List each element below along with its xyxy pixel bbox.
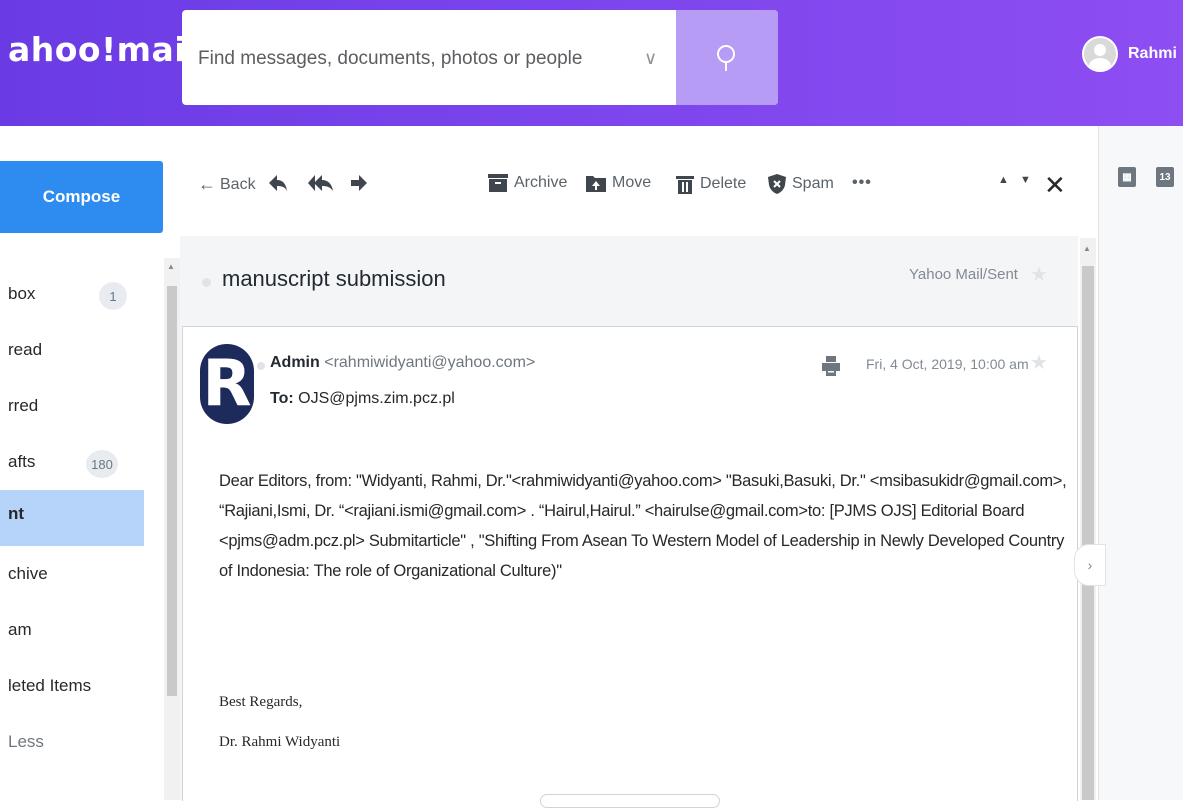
- expand-panel-button[interactable]: ›: [1074, 544, 1106, 586]
- sender-avatar: R: [200, 344, 254, 424]
- top-header: ahoo!mail ∨ Rahmi: [0, 0, 1183, 126]
- shield-icon: [768, 174, 786, 194]
- caret-up-icon: ▲: [998, 174, 1009, 186]
- sidebar-item-archive[interactable]: chive: [0, 550, 144, 606]
- user-name: Rahmi: [1128, 45, 1177, 62]
- search-input[interactable]: [196, 40, 640, 78]
- sender-email: <rahmiwidyanti@yahoo.com>: [324, 354, 536, 371]
- printer-icon: [822, 356, 840, 376]
- recipient-line: To: OJS@pjms.zim.pcz.pl: [270, 390, 455, 408]
- sidebar-item-unread[interactable]: read: [0, 326, 144, 382]
- archive-label: Archive: [514, 174, 568, 191]
- scrollbar-thumb[interactable]: [1082, 266, 1094, 800]
- unread-count-badge: 1: [99, 282, 127, 310]
- forward-icon: [351, 175, 367, 191]
- sidebar-item-sent[interactable]: nt: [0, 490, 144, 546]
- user-menu[interactable]: Rahmi: [1082, 36, 1177, 72]
- sidebar-item-spam[interactable]: am: [0, 606, 144, 662]
- sidebar-item-drafts[interactable]: afts 180: [0, 438, 144, 494]
- back-button[interactable]: ← Back: [198, 174, 256, 195]
- move-folder-icon: [586, 176, 606, 192]
- archive-button[interactable]: Archive: [488, 174, 567, 192]
- right-app-panel: [1099, 126, 1183, 800]
- archive-icon: [488, 174, 508, 192]
- search-icon: [717, 44, 735, 71]
- more-button[interactable]: •••: [852, 174, 872, 192]
- sidebar-item-label: chive: [8, 564, 48, 583]
- yahoo-mail-logo[interactable]: ahoo!mail: [8, 30, 198, 69]
- sender-name: Admin: [270, 354, 320, 371]
- search-button[interactable]: [676, 10, 778, 105]
- delete-button[interactable]: Delete: [676, 174, 746, 194]
- contacts-icon[interactable]: ▦: [1118, 167, 1136, 187]
- sidebar-item-label: Less: [8, 732, 44, 751]
- spam-button[interactable]: Spam: [768, 174, 834, 194]
- chevron-down-icon[interactable]: ∨: [644, 48, 657, 69]
- sidebar-item-label: afts: [8, 452, 36, 471]
- message-date: Fri, 4 Oct, 2019, 10:00 am: [866, 356, 1029, 372]
- chevron-right-icon: ›: [1087, 557, 1093, 573]
- sidebar-item-label: read: [8, 340, 43, 359]
- sidebar-item-starred[interactable]: rred: [0, 382, 144, 438]
- trash-icon: [676, 176, 694, 194]
- quick-reply-bar[interactable]: [540, 794, 720, 808]
- to-label: To:: [270, 390, 294, 407]
- caret-down-icon: ▼: [1020, 174, 1031, 186]
- close-button[interactable]: ✕: [1044, 170, 1066, 201]
- back-label: Back: [220, 175, 256, 193]
- calendar-icon[interactable]: 13: [1156, 167, 1174, 187]
- forward-button[interactable]: [350, 174, 374, 192]
- delete-label: Delete: [700, 175, 747, 192]
- signature: Dr. Rahmi Widyanti: [219, 734, 341, 750]
- next-message-button[interactable]: ▼: [1020, 174, 1031, 186]
- sidebar-item-label: rred: [8, 396, 39, 415]
- sender-line[interactable]: Admin <rahmiwidyanti@yahoo.com>: [270, 354, 535, 372]
- compose-button[interactable]: Compose: [0, 161, 163, 233]
- read-status-dot[interactable]: [257, 362, 265, 370]
- drafts-count-badge: 180: [86, 450, 118, 478]
- signoff: Best Regards,: [219, 694, 303, 710]
- message-subject: manuscript submission: [222, 266, 446, 291]
- scrollbar-thumb[interactable]: [167, 286, 177, 696]
- avatar: [1082, 36, 1118, 72]
- sidebar-item-deleted[interactable]: leted Items: [0, 662, 144, 718]
- sidebar-item-inbox[interactable]: box 1: [0, 270, 144, 326]
- move-label: Move: [612, 174, 652, 191]
- reply-all-icon: [308, 175, 333, 191]
- spam-label: Spam: [792, 175, 834, 192]
- print-button[interactable]: [822, 356, 840, 381]
- scroll-up-icon[interactable]: ▲: [1083, 244, 1091, 253]
- sidebar-item-less[interactable]: Less: [0, 718, 144, 774]
- reply-icon: [269, 175, 287, 191]
- sidebar-item-label: box: [8, 284, 36, 303]
- recipient-email: OJS@pjms.zim.pcz.pl: [298, 390, 455, 407]
- previous-message-button[interactable]: ▲: [998, 174, 1009, 186]
- message-body: Dear Editors, from: "Widyanti, Rahmi, Dr…: [219, 472, 1067, 580]
- search-bar: ∨: [182, 10, 778, 105]
- message-folder: Yahoo Mail/Sent: [909, 266, 1018, 283]
- sidebar-item-label: am: [8, 620, 32, 639]
- close-icon: ✕: [1044, 170, 1066, 200]
- star-icon[interactable]: ★: [1030, 262, 1048, 287]
- arrow-left-icon: ←: [198, 174, 216, 194]
- reply-all-button[interactable]: [308, 174, 340, 192]
- sidebar-item-label: nt: [8, 504, 25, 523]
- message-toolbar: ← Back Archive Move Delete Spam ••• ▲ ▼ …: [180, 150, 1090, 222]
- move-button[interactable]: Move: [586, 174, 651, 192]
- message-scrollbar[interactable]: ▲: [1080, 238, 1096, 800]
- reply-button[interactable]: [268, 174, 294, 192]
- scroll-up-icon[interactable]: ▲: [167, 262, 175, 271]
- star-icon[interactable]: ★: [1030, 350, 1048, 375]
- sidebar-item-label: leted Items: [8, 676, 92, 695]
- read-status-dot[interactable]: [202, 278, 211, 287]
- sidebar-scrollbar[interactable]: ▲: [164, 258, 180, 800]
